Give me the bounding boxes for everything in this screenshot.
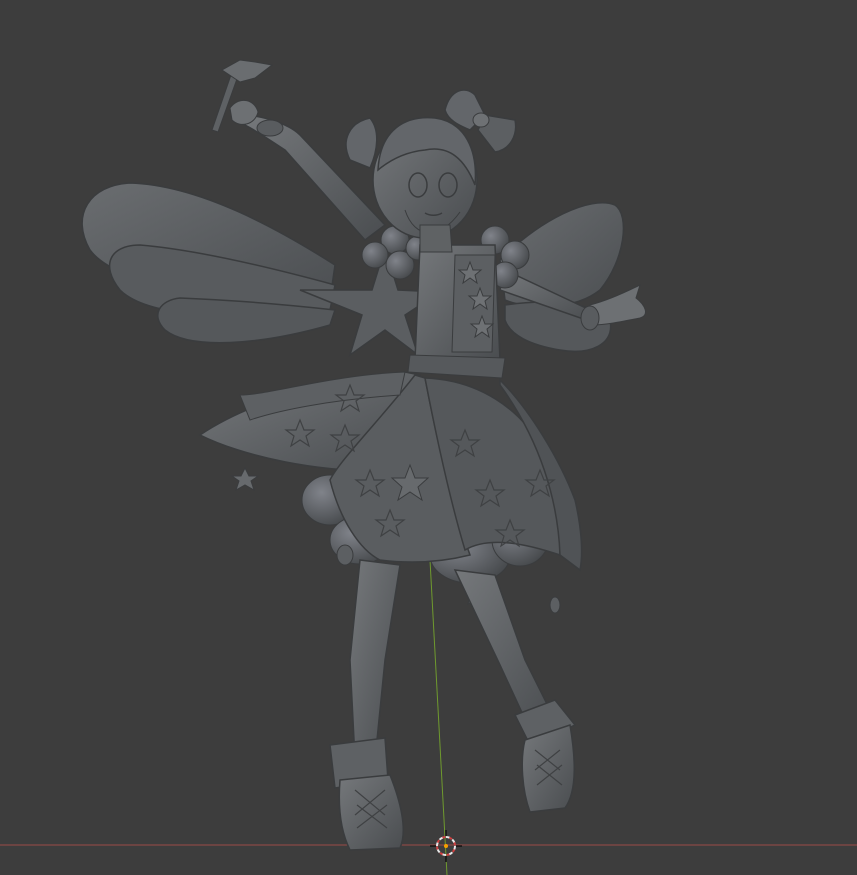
left-wing[interactable] xyxy=(81,182,337,344)
waistband xyxy=(407,354,506,379)
skirt-tassel-left xyxy=(336,544,354,566)
skirt-tassel-right xyxy=(549,596,561,614)
left-leg xyxy=(349,559,401,761)
3d-viewport[interactable] xyxy=(0,0,857,875)
wand[interactable] xyxy=(211,71,239,133)
skirt[interactable] xyxy=(198,371,583,572)
side-star xyxy=(230,466,260,492)
viewport-scene[interactable] xyxy=(0,0,857,875)
3d-cursor-icon[interactable] xyxy=(430,830,462,862)
right-bracelet xyxy=(580,305,600,331)
neck xyxy=(419,224,453,253)
y-axis-line xyxy=(429,559,448,875)
right-boot xyxy=(513,699,577,813)
left-boot xyxy=(329,737,404,851)
left-bracelet xyxy=(256,119,284,137)
